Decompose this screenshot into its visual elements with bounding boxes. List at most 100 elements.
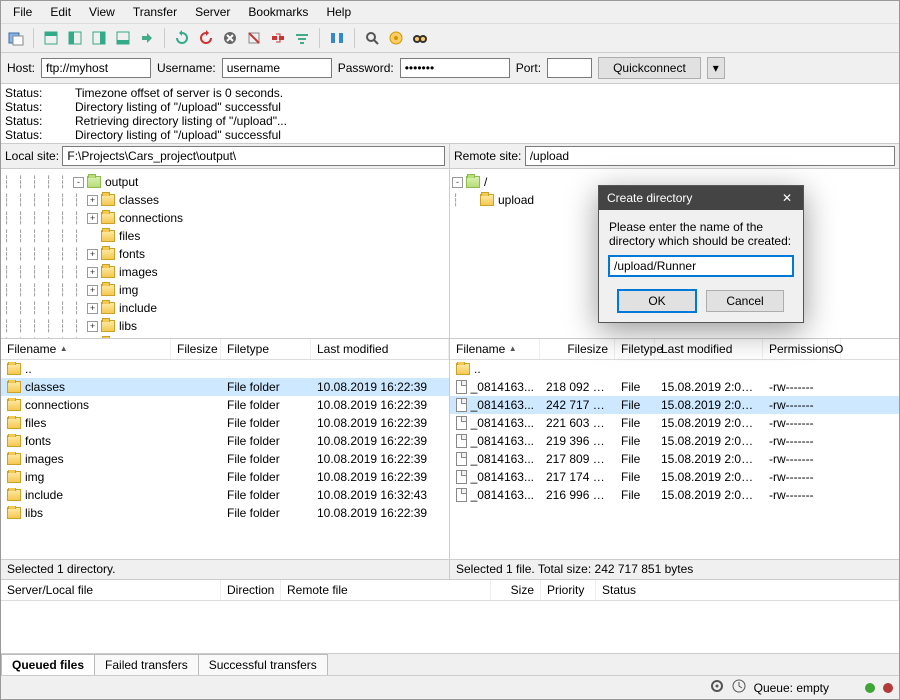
menu-file[interactable]: File (5, 3, 40, 21)
list-item[interactable]: _0814163...221 603 513File15.08.2019 2:0… (450, 414, 899, 432)
folder-icon (101, 194, 115, 206)
col-modified[interactable]: Last modified (311, 339, 449, 359)
port-input[interactable] (547, 58, 592, 78)
col-filesize[interactable]: Filesize (171, 339, 221, 359)
tree-item[interactable]: ┆┆┆┆┆┆+img (3, 281, 447, 299)
list-item[interactable]: connectionsFile folder10.08.2019 16:22:3… (1, 396, 449, 414)
list-item[interactable]: fontsFile folder10.08.2019 16:22:39 (1, 432, 449, 450)
remote-path-input[interactable] (525, 146, 895, 166)
folder-icon (456, 363, 470, 375)
col-filename[interactable]: Filename ▲ (450, 339, 540, 359)
tree-expander[interactable]: + (87, 249, 98, 260)
local-path-input[interactable] (62, 146, 445, 166)
col-direction[interactable]: Direction (221, 580, 281, 600)
tree-item[interactable]: ┆┆┆┆┆┆files (3, 227, 447, 245)
close-icon[interactable]: ✕ (779, 190, 795, 206)
list-item[interactable]: filesFile folder10.08.2019 16:22:39 (1, 414, 449, 432)
col-status[interactable]: Status (596, 580, 899, 600)
site-manager-icon[interactable] (5, 27, 27, 49)
binoculars-icon[interactable] (409, 27, 431, 49)
col-permissions[interactable]: Permissions (763, 339, 828, 359)
folder-icon (101, 284, 115, 296)
list-item[interactable]: libsFile folder10.08.2019 16:22:39 (1, 504, 449, 522)
tab-queued[interactable]: Queued files (1, 654, 95, 675)
tree-expander[interactable]: - (73, 177, 84, 188)
tree-expander[interactable]: + (87, 213, 98, 224)
tree-expander[interactable]: + (87, 195, 98, 206)
list-item[interactable]: includeFile folder10.08.2019 16:32:43 (1, 486, 449, 504)
tree-expander[interactable]: + (87, 267, 98, 278)
username-input[interactable] (222, 58, 332, 78)
host-input[interactable] (41, 58, 151, 78)
tree-item[interactable]: ┆┆┆┆┆┆+images (3, 263, 447, 281)
refresh-icon[interactable] (171, 27, 193, 49)
list-item[interactable]: _0814163...218 092 391File15.08.2019 2:0… (450, 378, 899, 396)
queue-list[interactable] (1, 601, 899, 653)
list-item[interactable]: imgFile folder10.08.2019 16:22:39 (1, 468, 449, 486)
password-input[interactable] (400, 58, 510, 78)
menu-transfer[interactable]: Transfer (125, 3, 185, 21)
tree-item[interactable]: ┆┆┆┆┆┆+include (3, 299, 447, 317)
tree-expander[interactable]: - (452, 177, 463, 188)
tree-item[interactable]: ┆┆┆┆┆-output (3, 173, 447, 191)
message-log[interactable]: Status:Timezone offset of server is 0 se… (1, 84, 899, 144)
tab-failed[interactable]: Failed transfers (94, 654, 199, 675)
tree-item[interactable]: ┆┆┆┆┆┆+fonts (3, 245, 447, 263)
list-item[interactable]: _0814163...242 717 851File15.08.2019 2:0… (450, 396, 899, 414)
toggle-queue-icon[interactable] (112, 27, 134, 49)
col-filetype[interactable]: Filetype (615, 339, 655, 359)
local-file-list[interactable]: ..classesFile folder10.08.2019 16:22:39c… (1, 360, 449, 559)
list-item[interactable]: imagesFile folder10.08.2019 16:22:39 (1, 450, 449, 468)
col-size[interactable]: Size (491, 580, 541, 600)
compare-icon[interactable] (326, 27, 348, 49)
col-remote-file[interactable]: Remote file (281, 580, 491, 600)
reconnect-icon[interactable] (267, 27, 289, 49)
list-item[interactable]: _0814163...219 396 889File15.08.2019 2:0… (450, 432, 899, 450)
tree-item[interactable]: ┆┆┆┆┆┆+libs (3, 317, 447, 335)
speedlimit-icon[interactable] (385, 27, 407, 49)
quickconnect-button[interactable]: Quickconnect (598, 57, 701, 79)
remote-file-list[interactable]: .._0814163...218 092 391File15.08.2019 2… (450, 360, 899, 559)
process-queue-icon[interactable] (195, 27, 217, 49)
col-filename[interactable]: Filename ▲ (1, 339, 171, 359)
quickconnect-history-dropdown[interactable]: ▾ (707, 57, 725, 79)
toggle-remotetree-icon[interactable] (88, 27, 110, 49)
directory-name-input[interactable] (609, 256, 793, 276)
tree-expander[interactable]: + (87, 321, 98, 332)
toggle-log-icon[interactable] (40, 27, 62, 49)
menu-edit[interactable]: Edit (42, 3, 79, 21)
menu-view[interactable]: View (81, 3, 123, 21)
cancel-button[interactable]: Cancel (706, 290, 784, 312)
list-item[interactable]: .. (450, 360, 899, 378)
col-filetype[interactable]: Filetype (221, 339, 311, 359)
list-item[interactable]: classesFile folder10.08.2019 16:22:39 (1, 378, 449, 396)
filter-icon[interactable] (291, 27, 313, 49)
col-owner[interactable]: O (828, 339, 841, 359)
col-modified[interactable]: Last modified (655, 339, 763, 359)
col-filesize[interactable]: Filesize (540, 339, 615, 359)
list-item[interactable]: _0814163...216 996 918File15.08.2019 2:0… (450, 486, 899, 504)
tree-label: connections (119, 211, 183, 225)
queue-icon[interactable] (732, 679, 746, 696)
search-icon[interactable] (361, 27, 383, 49)
menu-bookmarks[interactable]: Bookmarks (240, 3, 316, 21)
list-item[interactable]: _0814163...217 174 934File15.08.2019 2:0… (450, 468, 899, 486)
toggle-localtree-icon[interactable] (64, 27, 86, 49)
col-priority[interactable]: Priority (541, 580, 596, 600)
col-server-local[interactable]: Server/Local file (1, 580, 221, 600)
list-item[interactable]: _0814163...217 809 153File15.08.2019 2:0… (450, 450, 899, 468)
list-item[interactable]: .. (1, 360, 449, 378)
tab-successful[interactable]: Successful transfers (198, 654, 328, 675)
local-tree[interactable]: ┆┆┆┆┆-output┆┆┆┆┆┆+classes┆┆┆┆┆┆+connect… (1, 169, 449, 339)
menu-help[interactable]: Help (318, 3, 359, 21)
cancel-icon[interactable] (219, 27, 241, 49)
tree-expander[interactable]: + (87, 303, 98, 314)
disconnect-icon[interactable] (243, 27, 265, 49)
ok-button[interactable]: OK (618, 290, 696, 312)
tree-item[interactable]: ┆┆┆┆┆┆+connections (3, 209, 447, 227)
tree-item[interactable]: ┆┆┆┆┆┆+classes (3, 191, 447, 209)
gear-icon[interactable] (710, 679, 724, 696)
tree-expander[interactable]: + (87, 285, 98, 296)
menu-server[interactable]: Server (187, 3, 238, 21)
sync-browse-icon[interactable] (136, 27, 158, 49)
